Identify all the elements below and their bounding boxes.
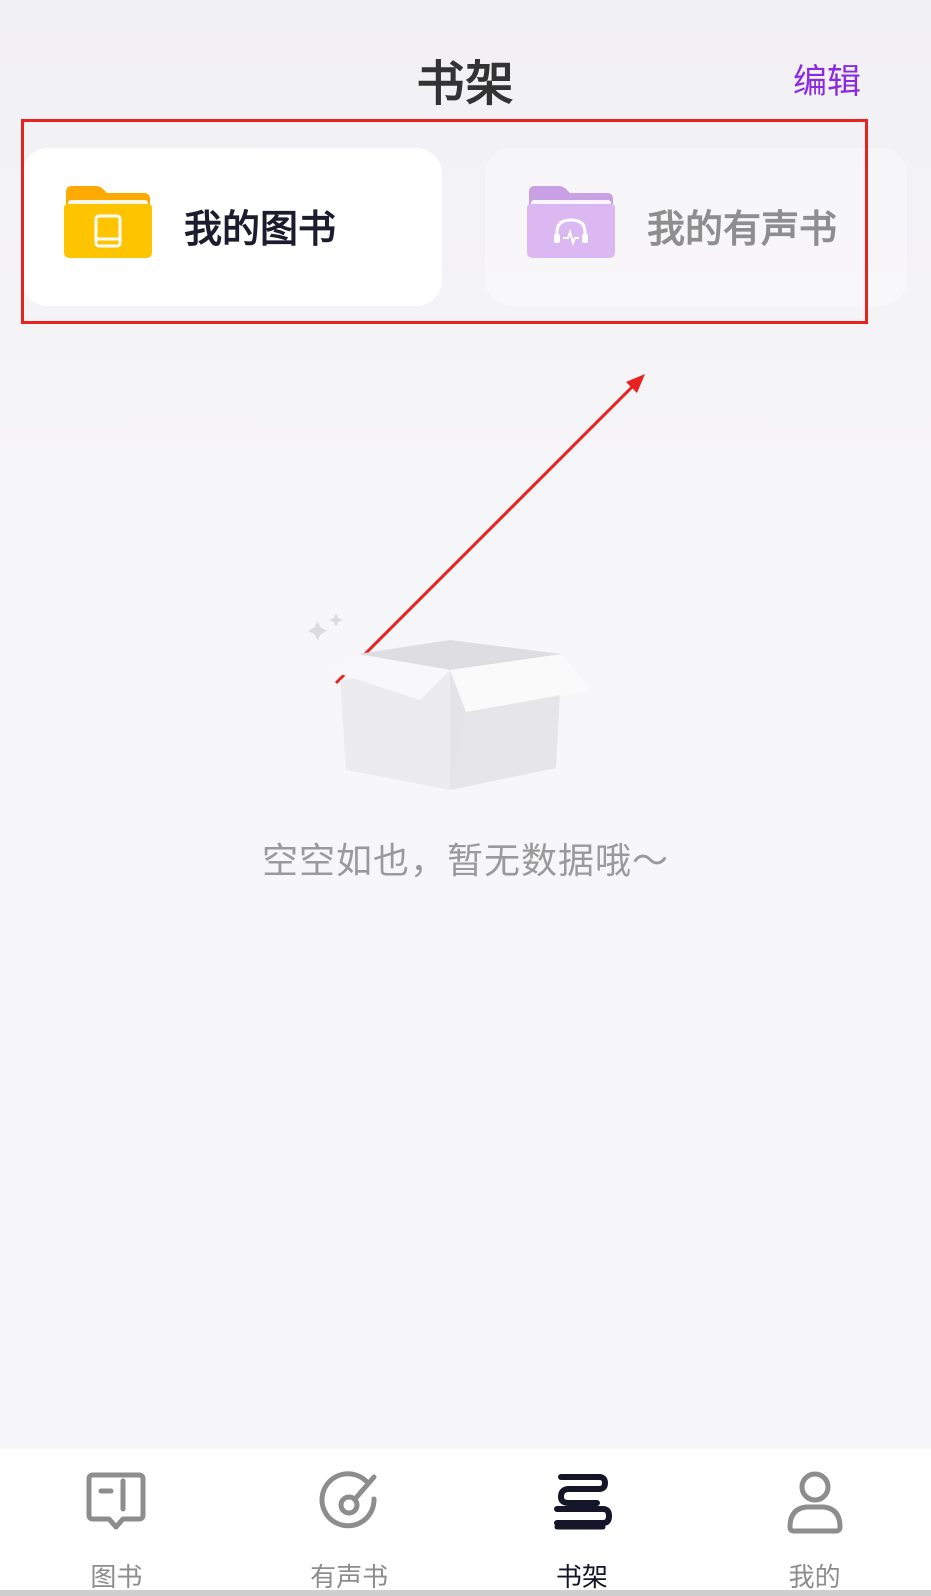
bookshelf-screen: 书架 编辑 我的图书 我的有声书 空空如也，暂无数据哦～ 图书 有声书 书架 我…: [0, 0, 931, 1596]
category-card-my-audiobooks[interactable]: 我的有声书: [485, 148, 907, 306]
book-folder-icon: [64, 186, 152, 258]
empty-box-icon: [308, 613, 590, 790]
tab-profile[interactable]: 我的: [698, 1449, 931, 1596]
tab-label-bookshelf: 书架: [555, 1563, 608, 1593]
category-label-my-audiobooks: 我的有声书: [647, 207, 838, 251]
tab-label-profile: 我的: [788, 1563, 841, 1593]
bottom-tab-bar: 图书 有声书 书架 我的: [0, 1449, 931, 1596]
bottom-border: [0, 1590, 931, 1596]
book-icon: [86, 1472, 146, 1530]
empty-state-message: 空空如也，暂无数据哦～: [261, 841, 669, 882]
tab-label-books: 图书: [90, 1563, 143, 1593]
user-icon: [787, 1471, 843, 1534]
tab-bookshelf[interactable]: 书架: [466, 1449, 699, 1596]
category-label-my-books: 我的图书: [184, 207, 337, 251]
category-card-my-books[interactable]: 我的图书: [22, 148, 442, 306]
tab-label-audiobooks: 有声书: [310, 1563, 389, 1593]
bookshelf-icon: [553, 1474, 612, 1530]
edit-button[interactable]: 编辑: [793, 54, 861, 103]
page-title: 书架: [416, 56, 515, 112]
tab-books[interactable]: 图书: [0, 1449, 233, 1596]
tab-audiobooks[interactable]: 有声书: [233, 1449, 466, 1596]
disc-icon: [319, 1471, 377, 1529]
audiobook-folder-icon: [527, 186, 615, 258]
